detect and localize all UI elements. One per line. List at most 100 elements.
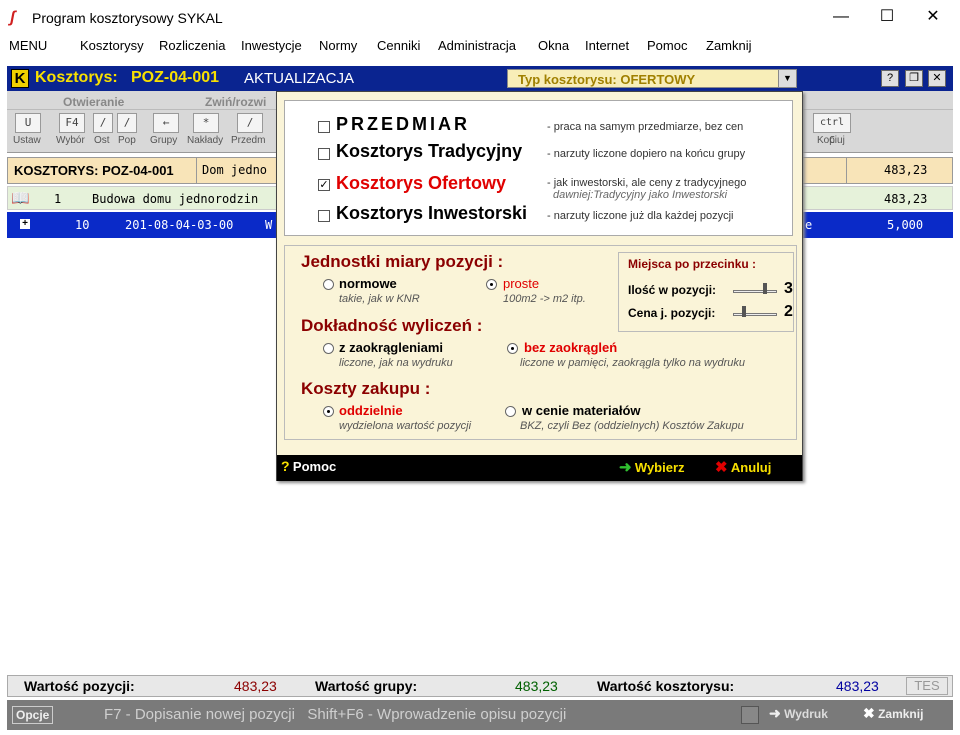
price-decimals-label: Cena j. pozycji: <box>628 306 716 320</box>
menu-cenniki[interactable]: Cenniki <box>377 38 420 53</box>
menu-normy[interactable]: Normy <box>319 38 357 53</box>
pop-button[interactable]: / <box>117 113 137 133</box>
przedmiar-desc: - praca na samym przedmiarze, bez cen <box>547 121 744 133</box>
group-zwin: Zwiń/rozwi <box>205 95 267 109</box>
tradycyjny-checkbox[interactable] <box>318 148 330 160</box>
arrow-right-icon: ➜ <box>619 459 632 476</box>
document-mode: AKTUALIZACJA <box>244 70 355 87</box>
precision-exact-label[interactable]: bez zaokrągleń <box>524 340 617 355</box>
tradycyjny-label[interactable]: Kosztorys Tradycyjny <box>336 141 522 162</box>
print-checkbox[interactable] <box>741 706 759 724</box>
price-decimals-slider[interactable] <box>733 313 777 316</box>
purchase-title: Koszty zakupu : <box>301 379 431 398</box>
close-window-button[interactable]: ✕ <box>910 0 956 36</box>
kopiuj-button[interactable]: ctrl C <box>813 113 851 146</box>
arrow-right-icon: ➜ <box>769 705 781 721</box>
kopiuj-label: Kopiuj <box>817 135 845 146</box>
menu-administracja[interactable]: Administracja <box>438 38 516 53</box>
purchase-separate-radio[interactable] <box>323 406 334 417</box>
menu-inwestycje[interactable]: Inwestycje <box>241 38 302 53</box>
qty-decimals-slider[interactable] <box>733 290 777 293</box>
purchase-included-label[interactable]: w cenie materiałów <box>522 403 641 418</box>
grupy-button[interactable]: ← <box>153 113 179 133</box>
ustaw-button[interactable]: U <box>15 113 41 133</box>
przedmiar-checkbox[interactable] <box>318 121 330 133</box>
units-proste-label[interactable]: proste <box>503 276 539 291</box>
document-id: POZ-04-001 <box>131 69 220 86</box>
help-link[interactable]: ? Pomoc <box>281 458 336 474</box>
ost-button[interactable]: / <box>93 113 113 133</box>
cross-icon: ✖ <box>863 705 875 721</box>
summary-title: KOSZTORYS: POZ-04-001 <box>14 163 174 178</box>
menu-zamknij[interactable]: Zamknij <box>706 38 752 53</box>
summary-value: 483,23 <box>884 163 928 177</box>
type-dialog: PRZEDMIAR - praca na samym przedmiarze, … <box>276 91 803 481</box>
row-number: 1 <box>54 192 62 206</box>
help-button[interactable]: ? <box>881 70 899 87</box>
purchase-separate-label[interactable]: oddzielnie <box>339 403 403 418</box>
purchase-included-radio[interactable] <box>505 406 516 417</box>
przedmiar-label[interactable]: PRZEDMIAR <box>336 114 470 135</box>
menu-menu[interactable]: MENU <box>9 38 47 53</box>
help-label: Pomoc <box>292 459 337 474</box>
maximize-button[interactable]: ☐ <box>864 0 910 36</box>
type-select-value: Typ kosztorysu: OFERTOWY <box>518 72 696 87</box>
options-button[interactable]: Opcje <box>12 706 54 724</box>
ustaw-label: Ustaw <box>13 135 41 146</box>
k-logo-icon: K <box>11 69 29 88</box>
minimize-button[interactable]: — <box>818 0 864 36</box>
column-divider <box>846 158 847 183</box>
units-title: Jednostki miary pozycji : <box>301 252 504 271</box>
przedm-label: Przedm <box>231 135 266 146</box>
precision-exact-radio[interactable] <box>507 343 518 354</box>
price-slider-handle[interactable] <box>742 306 746 317</box>
select-button[interactable]: ➜ Wybierz <box>619 458 685 476</box>
units-normowe-label[interactable]: normowe <box>339 276 397 291</box>
expand-icon[interactable]: + <box>20 219 30 229</box>
inwestorski-checkbox[interactable] <box>318 210 330 222</box>
naklady-label: Nakłady <box>187 135 224 146</box>
przedm-button[interactable]: / <box>237 113 263 133</box>
document-label: Kosztorys: <box>35 69 118 86</box>
ofertowy-label[interactable]: Kosztorys Ofertowy <box>336 173 506 194</box>
precision-rounded-label[interactable]: z zaokrągleniami <box>339 340 443 355</box>
close-app-button[interactable]: ✖ Zamknij <box>863 705 923 722</box>
inwestorski-label[interactable]: Kosztorys Inwestorski <box>336 203 527 224</box>
units-normowe-radio[interactable] <box>323 279 334 290</box>
status-bar: Opcje F7 - Dopisanie nowej pozycji Shift… <box>7 700 953 730</box>
pos-total-label: Wartość pozycji: <box>24 678 135 694</box>
precision-rounded-radio[interactable] <box>323 343 334 354</box>
menu-okna[interactable]: Okna <box>538 38 569 53</box>
row-description: W <box>265 218 273 232</box>
naklady-button[interactable]: * <box>193 113 219 133</box>
precision-exact-desc: liczone w pamięci, zaokrągla tylko na wy… <box>520 357 745 369</box>
tes-button[interactable]: TES <box>906 677 948 695</box>
options-panel: Jednostki miary pozycji : normowe takie,… <box>284 245 797 440</box>
question-icon: ? <box>281 458 290 474</box>
ofertowy-checkbox[interactable]: ✓ <box>318 179 330 191</box>
row-description: Budowa domu jednorodzin <box>92 192 259 206</box>
menu-internet[interactable]: Internet <box>585 38 629 53</box>
menu-pomoc[interactable]: Pomoc <box>647 38 687 53</box>
chevron-down-icon[interactable]: ▼ <box>778 70 796 87</box>
qty-slider-handle[interactable] <box>763 283 767 294</box>
print-button[interactable]: ➜ Wydruk <box>769 705 828 722</box>
type-select[interactable]: Typ kosztorysu: OFERTOWY ▼ <box>507 69 797 88</box>
qty-decimals-value: 3 <box>784 280 793 297</box>
wybor-label: Wybór <box>56 135 85 146</box>
close-label: Zamknij <box>878 707 924 721</box>
restore-button[interactable]: ❐ <box>905 70 923 87</box>
group-otwieranie: Otwieranie <box>63 95 125 109</box>
purchase-separate-desc: wydzielona wartość pozycji <box>339 420 472 432</box>
pop-label: Pop <box>118 135 136 146</box>
kos-total-value: 483,23 <box>836 678 879 694</box>
grupy-label: Grupy <box>150 135 178 146</box>
units-proste-radio[interactable] <box>486 279 497 290</box>
menu-rozliczenia[interactable]: Rozliczenia <box>159 38 225 53</box>
menu-bar: MENU Kosztorysy Rozliczenia Inwestycje N… <box>0 36 960 58</box>
decimals-title: Miejsca po przecinku : <box>628 257 757 271</box>
menu-kosztorysy[interactable]: Kosztorysy <box>80 38 144 53</box>
wybor-button[interactable]: F4 <box>59 113 85 133</box>
cancel-button[interactable]: ✖ Anuluj <box>715 458 771 476</box>
close-document-button[interactable]: ✕ <box>928 70 946 87</box>
